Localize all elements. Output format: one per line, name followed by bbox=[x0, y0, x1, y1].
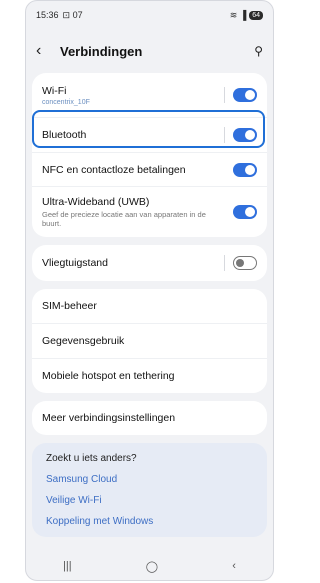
header: ‹ Verbindingen ⚲ bbox=[26, 29, 273, 73]
divider bbox=[224, 87, 225, 103]
connections-card: Wi-Fi concentrix_10F Bluetooth NFC en co… bbox=[32, 73, 267, 237]
wifi-toggle[interactable] bbox=[233, 88, 257, 102]
link-samsung-cloud[interactable]: Samsung Cloud bbox=[46, 474, 253, 485]
status-notification-icons: ⊡ 07 bbox=[62, 9, 83, 20]
phone-frame: 15:36 ⊡ 07 ≋ ▐ 64 ‹ Verbindingen ⚲ Wi-Fi… bbox=[25, 0, 274, 581]
nfc-row[interactable]: NFC en contactloze betalingen bbox=[32, 153, 267, 187]
airplane-label: Vliegtuigstand bbox=[42, 257, 108, 269]
nfc-toggle[interactable] bbox=[233, 162, 257, 177]
airplane-toggle[interactable] bbox=[233, 256, 257, 270]
home-icon[interactable]: ◯ bbox=[146, 560, 158, 573]
uwb-row[interactable]: Ultra-Wideband (UWB) Geef de precieze lo… bbox=[32, 187, 267, 237]
wifi-label: Wi-Fi bbox=[42, 84, 67, 97]
back-arrow-icon[interactable]: ‹ bbox=[36, 42, 56, 60]
link-windows[interactable]: Koppeling met Windows bbox=[46, 516, 253, 527]
airplane-row[interactable]: Vliegtuigstand bbox=[32, 245, 267, 281]
signal-icons: ≋ ▐ bbox=[229, 9, 247, 20]
bluetooth-highlight bbox=[32, 110, 265, 148]
nfc-label: NFC en contactloze betalingen bbox=[42, 163, 186, 176]
nav-bar: ||| ◯ ‹ bbox=[26, 552, 273, 580]
hotspot-label: Mobiele hotspot en tethering bbox=[42, 370, 175, 382]
more-settings-label: Meer verbindingsinstellingen bbox=[42, 412, 176, 424]
more-card: Meer verbindingsinstellingen bbox=[32, 401, 267, 435]
sim-row[interactable]: SIM-beheer bbox=[32, 289, 267, 324]
status-time: 15:36 bbox=[36, 10, 59, 20]
suggestions-panel: Zoekt u iets anders? Samsung Cloud Veili… bbox=[32, 443, 267, 537]
airplane-card: Vliegtuigstand bbox=[32, 245, 267, 281]
search-icon[interactable]: ⚲ bbox=[254, 44, 263, 58]
data-usage-row[interactable]: Gegevensgebruik bbox=[32, 324, 267, 359]
battery-icon: 64 bbox=[249, 10, 263, 20]
page-title: Verbindingen bbox=[60, 43, 143, 59]
more-settings-row[interactable]: Meer verbindingsinstellingen bbox=[32, 401, 267, 435]
network-card: SIM-beheer Gegevensgebruik Mobiele hotsp… bbox=[32, 289, 267, 393]
back-icon[interactable]: ‹ bbox=[232, 560, 236, 572]
suggestions-heading: Zoekt u iets anders? bbox=[46, 453, 137, 464]
recents-icon[interactable]: ||| bbox=[63, 560, 72, 572]
divider bbox=[224, 255, 225, 271]
uwb-label: Ultra-Wideband (UWB) bbox=[42, 196, 150, 208]
sim-label: SIM-beheer bbox=[42, 300, 97, 312]
uwb-toggle[interactable] bbox=[233, 205, 257, 219]
link-secure-wifi[interactable]: Veilige Wi-Fi bbox=[46, 495, 253, 506]
hotspot-row[interactable]: Mobiele hotspot en tethering bbox=[32, 359, 267, 393]
uwb-description: Geef de precieze locatie aan van apparat… bbox=[42, 210, 206, 228]
wifi-network: concentrix_10F bbox=[42, 98, 90, 106]
data-usage-label: Gegevensgebruik bbox=[42, 335, 125, 347]
status-bar: 15:36 ⊡ 07 ≋ ▐ 64 bbox=[26, 1, 273, 29]
